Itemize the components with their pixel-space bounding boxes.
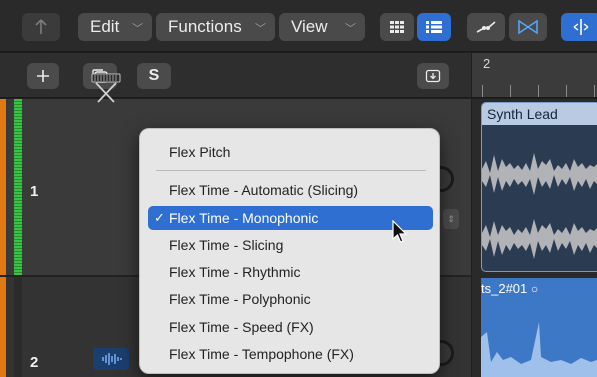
menu-item-flex-time-automatic[interactable]: Flex Time - Automatic (Slicing) [148,178,433,202]
ruler-ticks [482,85,597,97]
edit-menu-button[interactable]: Edit ﹀ [78,13,152,41]
menu-item-label: Flex Time - Monophonic [169,210,319,226]
menu-separator [156,170,426,171]
list-view-icon[interactable] [417,13,451,41]
menu-item-label: Flex Pitch [169,144,231,160]
menu-item-label: Flex Time - Slicing [169,237,284,253]
download-tray-icon[interactable] [417,63,449,89]
catch-playhead-icon[interactable] [561,13,597,41]
edit-menu-label: Edit [90,17,120,36]
track-header-toolbar: S [0,53,471,98]
chevron-down-icon: ﹀ [132,23,143,35]
keyboard-synth-icon [88,65,124,110]
region-name: Synth Lead [482,103,597,125]
flex-mode-menu: Flex Pitch Flex Time - Automatic (Slicin… [139,128,440,374]
menu-item-flex-time-speed[interactable]: Flex Time - Speed (FX) [148,315,433,339]
menu-item-flex-time-rhythmic[interactable]: Flex Time - Rhythmic [148,260,433,284]
flex-hourglass-icon[interactable] [509,13,547,41]
menu-item-label: Flex Time - Tempophone (FX) [169,346,354,362]
chevron-down-icon: ﹀ [255,23,266,35]
audio-region[interactable]: Synth Lead [481,102,597,272]
plus-icon[interactable] [27,63,59,89]
menu-item-label: Flex Time - Automatic (Slicing) [169,182,359,198]
view-menu-button[interactable]: View ﹀ [279,13,365,41]
menu-item-label: Flex Time - Speed (FX) [169,319,314,335]
menu-item-label: Flex Time - Polyphonic [169,291,311,307]
track-number: 1 [30,183,39,200]
smart-button-label: S [148,67,160,84]
region-waveform [481,322,597,377]
functions-menu-button[interactable]: Functions ﹀ [156,13,275,41]
track-color-strip [0,277,6,377]
menu-item-flex-time-slicing[interactable]: Flex Time - Slicing [148,233,433,257]
grid-view-icon[interactable] [380,13,414,41]
ruler-bar-number: 2 [483,56,491,71]
view-menu-label: View [291,17,328,36]
chevron-down-icon: ﹀ [345,23,356,35]
menu-item-flex-time-polyphonic[interactable]: Flex Time - Polyphonic [148,287,433,311]
menu-item-flex-time-tempophone[interactable]: Flex Time - Tempophone (FX) [148,342,433,366]
mouse-pointer-icon [392,219,408,249]
menu-item-flex-time-monophonic[interactable]: ✓ Flex Time - Monophonic [148,206,433,230]
audio-region[interactable]: ts_2#01 ○ [481,278,597,377]
back-arrow-icon[interactable] [22,13,60,41]
menu-item-flex-pitch[interactable]: Flex Pitch [148,140,433,164]
checkmark-icon: ✓ [154,210,165,225]
region-waveform [482,153,597,259]
region-name: ts_2#01 ○ [481,281,539,296]
chevron-updown-icon[interactable]: ⇕ [443,209,459,229]
functions-menu-label: Functions [168,17,242,36]
automation-curve-icon[interactable] [467,13,505,41]
audio-waveform-icon [93,348,129,370]
control-bar: Edit ﹀ Functions ﹀ View ﹀ [0,0,597,52]
smart-button[interactable]: S [137,63,171,89]
track-number: 2 [30,354,39,371]
track-color-strip [0,99,6,275]
level-meter [14,99,22,275]
menu-item-label: Flex Time - Rhythmic [169,264,301,280]
level-meter [14,277,22,377]
timeline-ruler[interactable]: 2 [472,53,597,98]
